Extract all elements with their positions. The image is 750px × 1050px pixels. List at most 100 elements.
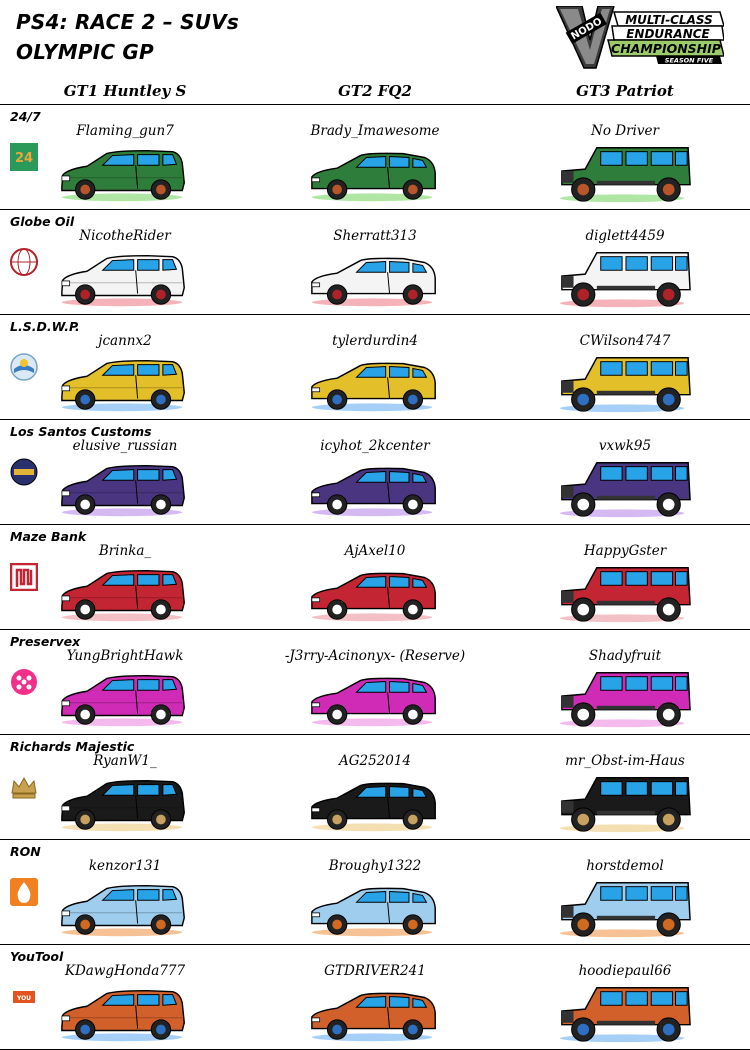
patriot-car-image xyxy=(559,147,691,203)
driver-slot: mr_Obst-im-Haus xyxy=(500,735,750,839)
fq2-car-image xyxy=(311,467,436,517)
driver-name: YungBrightHawk xyxy=(66,648,184,664)
team-row: Maze Bank Brinka_ AjAxel10 HappyGster xyxy=(0,525,750,630)
driver-name: HappyGster xyxy=(583,543,667,559)
driver-slot: Flaming_gun7 xyxy=(0,105,250,209)
driver-slot: No Driver xyxy=(500,105,750,209)
fq2-car-image xyxy=(311,572,436,622)
team-row: Preservex YungBrightHawk -J3rry-Acinonyx-… xyxy=(0,630,750,735)
team-row: RON kenzor131 Broughy1322 horstdemol xyxy=(0,840,750,945)
driver-name: icyhot_2kcenter xyxy=(320,438,430,454)
driver-slot: NicotheRider xyxy=(0,210,250,314)
driver-name: horstdemol xyxy=(586,858,664,874)
driver-name: Brady_Imawesome xyxy=(310,123,440,139)
fq2-car-image xyxy=(311,677,436,727)
driver-name: tylerdurdin4 xyxy=(332,333,418,349)
driver-name: -J3rry-Acinonyx- (Reserve) xyxy=(284,648,466,664)
patriot-car-image xyxy=(559,777,691,833)
huntley-car-image xyxy=(61,359,185,412)
patriot-car-image xyxy=(559,252,691,308)
team-row: Richards Majestic RyanW1_ AG252014 mr_Obs… xyxy=(0,735,750,840)
driver-slot: icyhot_2kcenter xyxy=(250,420,500,524)
driver-name: Shadyfruit xyxy=(588,648,662,664)
patriot-car-image xyxy=(559,357,691,413)
team-row: L.S.D.W.P. jcannx2 tylerdurdin4 CWilson47… xyxy=(0,315,750,420)
driver-slot: Broughy1322 xyxy=(250,840,500,944)
driver-name: Sherratt313 xyxy=(333,228,417,244)
huntley-car-image xyxy=(61,569,185,622)
driver-slot: -J3rry-Acinonyx- (Reserve) xyxy=(250,630,500,734)
class-header-gt2: GT2 FQ2 xyxy=(338,82,412,100)
driver-slot: jcannx2 xyxy=(0,315,250,419)
driver-name: KDawgHonda777 xyxy=(64,963,186,979)
huntley-car-image xyxy=(61,989,185,1042)
driver-slot: Brinka_ xyxy=(0,525,250,629)
huntley-car-image xyxy=(61,254,185,307)
driver-slot: horstdemol xyxy=(500,840,750,944)
huntley-car-image xyxy=(61,464,185,517)
championship-logo: NODO MULTI-CLASS ENDURANCE CHAMPIONSHIP … xyxy=(556,6,724,69)
driver-name: kenzor131 xyxy=(88,858,162,874)
fq2-car-image xyxy=(311,887,436,937)
driver-name: vxwk95 xyxy=(598,438,652,454)
driver-slot: kenzor131 xyxy=(0,840,250,944)
class-header-row: GT1 Huntley S GT2 FQ2 GT3 Patriot xyxy=(0,80,750,105)
fq2-car-image xyxy=(311,152,436,202)
driver-slot: RyanW1_ xyxy=(0,735,250,839)
driver-slot: AG252014 xyxy=(250,735,500,839)
driver-slot: Shadyfruit xyxy=(500,630,750,734)
driver-slot: CWilson4747 xyxy=(500,315,750,419)
team-row: 24/7 24 Flaming_gun7 Brady_Imawesome No Dr… xyxy=(0,105,750,210)
driver-name: AjAxel10 xyxy=(344,543,406,559)
driver-name: Flaming_gun7 xyxy=(76,123,174,139)
driver-name: hoodiepaul66 xyxy=(578,963,672,979)
driver-name: diglett4459 xyxy=(585,228,665,244)
driver-slot: Sherratt313 xyxy=(250,210,500,314)
huntley-car-image xyxy=(61,779,185,832)
fq2-car-image xyxy=(311,782,436,832)
driver-name: Brinka_ xyxy=(98,543,152,559)
driver-slot: elusive_russian xyxy=(0,420,250,524)
driver-slot: diglett4459 xyxy=(500,210,750,314)
class-header-gt3: GT3 Patriot xyxy=(576,82,674,100)
driver-slot: tylerdurdin4 xyxy=(250,315,500,419)
driver-slot: GTDRIVER241 xyxy=(250,945,500,1049)
fq2-car-image xyxy=(311,362,436,412)
patriot-car-image xyxy=(559,987,691,1043)
driver-name: NicotheRider xyxy=(79,228,171,244)
huntley-car-image xyxy=(61,884,185,937)
driver-name: GTDRIVER241 xyxy=(324,963,426,979)
driver-slot: Brady_Imawesome xyxy=(250,105,500,209)
patriot-car-image xyxy=(559,567,691,623)
driver-slot: hoodiepaul66 xyxy=(500,945,750,1049)
driver-slot: KDawgHonda777 xyxy=(0,945,250,1049)
driver-slot: AjAxel10 xyxy=(250,525,500,629)
huntley-car-image xyxy=(61,149,185,202)
driver-slot: HappyGster xyxy=(500,525,750,629)
svg-text:MULTI-CLASS: MULTI-CLASS xyxy=(625,13,713,27)
driver-slot: vxwk95 xyxy=(500,420,750,524)
driver-name: RyanW1_ xyxy=(93,753,157,769)
driver-name: elusive_russian xyxy=(72,438,178,454)
patriot-car-image xyxy=(559,672,691,728)
patriot-car-image xyxy=(559,462,691,518)
page-header: PS4: RACE 2 – SUVs OLYMPIC GP NODO MULTI… xyxy=(0,0,750,80)
page-title: PS4: RACE 2 – SUVs xyxy=(16,10,239,34)
driver-name: jcannx2 xyxy=(98,333,152,349)
team-row: Los Santos Customs elusive_russian icyhot… xyxy=(0,420,750,525)
driver-slot: YungBrightHawk xyxy=(0,630,250,734)
class-header-gt1: GT1 Huntley S xyxy=(63,82,187,100)
fq2-car-image xyxy=(311,992,436,1042)
team-row: Globe Oil NicotheRider Sherratt313 diglet… xyxy=(0,210,750,315)
driver-name: AG252014 xyxy=(338,753,412,769)
team-row: YouTool YOU KDawgHonda777 GTDRIVER241 hood… xyxy=(0,945,750,1050)
svg-text:CHAMPIONSHIP: CHAMPIONSHIP xyxy=(611,41,721,56)
driver-name: mr_Obst-im-Haus xyxy=(565,753,685,769)
svg-text:SEASON FIVE: SEASON FIVE xyxy=(665,57,714,65)
driver-name: Broughy1322 xyxy=(328,858,422,874)
driver-name: No Driver xyxy=(591,123,659,139)
driver-name: CWilson4747 xyxy=(579,333,671,349)
huntley-car-image xyxy=(61,674,185,727)
svg-text:ENDURANCE: ENDURANCE xyxy=(626,27,710,41)
fq2-car-image xyxy=(311,257,436,307)
